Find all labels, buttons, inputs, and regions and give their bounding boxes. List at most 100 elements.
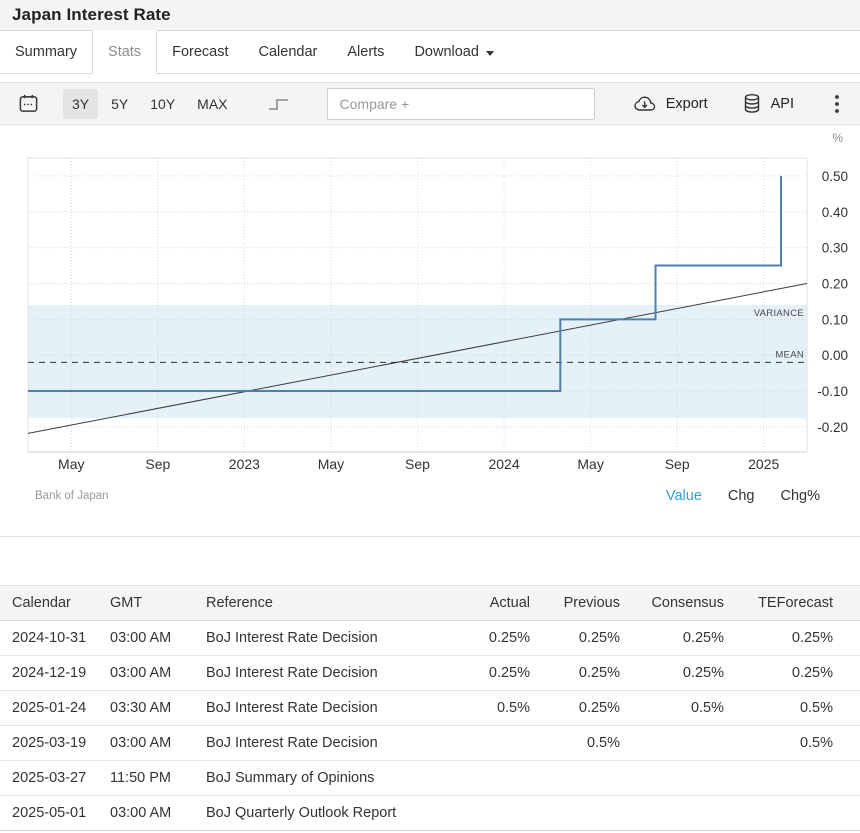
page-title: Japan Interest Rate — [12, 5, 171, 25]
consensus-cell — [620, 761, 724, 796]
chart-mode-chgpct[interactable]: Chg% — [781, 488, 821, 504]
chart-mode-value[interactable]: Value — [666, 488, 702, 504]
spacer — [0, 537, 860, 585]
chart-mode-chg[interactable]: Chg — [728, 488, 755, 504]
col-header-consensus: Consensus — [620, 586, 724, 621]
x-tick-label: Sep — [405, 456, 430, 472]
col-header-calendar: Calendar — [0, 586, 110, 621]
col-header-previous: Previous — [530, 586, 620, 621]
chart-footer: Bank of Japan ValueChgChg% — [0, 482, 860, 510]
x-tick-label: Sep — [665, 456, 690, 472]
col-header-reference: Reference — [206, 586, 458, 621]
x-tick-label: Sep — [145, 456, 170, 472]
api-label: API — [771, 96, 794, 112]
actual-cell — [458, 761, 530, 796]
range-selector: 3Y5Y10YMAX — [63, 89, 237, 119]
reference-cell[interactable]: BoJ Summary of Opinions — [206, 761, 458, 796]
col-header-actual: Actual — [458, 586, 530, 621]
calendar-table-section: CalendarGMTReferenceActualPreviousConsen… — [0, 585, 860, 831]
consensus-cell — [620, 726, 724, 761]
col-header-gmt: GMT — [110, 586, 206, 621]
tab-stats[interactable]: Stats — [92, 30, 157, 74]
previous-cell: 0.25% — [530, 656, 620, 691]
compare-input[interactable] — [327, 88, 595, 120]
range-max-button[interactable]: MAX — [188, 89, 236, 119]
date-cell: 2025-03-19 — [0, 726, 110, 761]
teforecast-cell: 0.5% — [724, 726, 860, 761]
y-axis-unit: % — [832, 131, 843, 145]
step-line-style-button[interactable] — [263, 91, 295, 117]
teforecast-cell — [724, 761, 860, 796]
tab-forecast[interactable]: Forecast — [157, 30, 243, 74]
table-row: 2025-01-2403:30 AMBoJ Interest Rate Deci… — [0, 691, 860, 726]
consensus-cell: 0.25% — [620, 621, 724, 656]
tab-download[interactable]: Download — [399, 30, 509, 74]
x-tick-label: 2025 — [748, 456, 779, 472]
calendar-table: CalendarGMTReferenceActualPreviousConsen… — [0, 585, 860, 831]
actual-cell: 0.25% — [458, 656, 530, 691]
api-button[interactable]: API — [742, 93, 794, 114]
reference-cell[interactable]: BoJ Interest Rate Decision — [206, 691, 458, 726]
reference-cell[interactable]: BoJ Interest Rate Decision — [206, 726, 458, 761]
reference-cell[interactable]: BoJ Quarterly Outlook Report — [206, 796, 458, 831]
teforecast-cell — [724, 796, 860, 831]
tab-alerts[interactable]: Alerts — [332, 30, 399, 74]
consensus-cell: 0.25% — [620, 656, 724, 691]
x-tick-label: May — [58, 456, 84, 472]
date-cell: 2025-05-01 — [0, 796, 110, 831]
consensus-cell — [620, 796, 724, 831]
range-10y-button[interactable]: 10Y — [141, 89, 184, 119]
y-tick-label: 0.30 — [822, 241, 848, 256]
reference-cell[interactable]: BoJ Interest Rate Decision — [206, 656, 458, 691]
export-label: Export — [666, 96, 708, 112]
gmt-cell: 03:00 AM — [110, 796, 206, 831]
x-tick-label: 2023 — [229, 456, 260, 472]
date-range-calendar-button[interactable] — [14, 89, 43, 118]
more-options-button[interactable] — [828, 91, 846, 117]
date-cell: 2024-10-31 — [0, 621, 110, 656]
previous-cell — [530, 761, 620, 796]
interest-rate-chart[interactable]: 0.500.400.300.200.100.00-0.10-0.20%MaySe… — [0, 125, 860, 473]
range-5y-button[interactable]: 5Y — [102, 89, 137, 119]
reference-cell[interactable]: BoJ Interest Rate Decision — [206, 621, 458, 656]
chart-toolbar: 3Y5Y10YMAX Export API — [0, 82, 860, 125]
tab-label: Calendar — [259, 44, 318, 60]
tab-bar: Summary Stats Forecast Calendar Alerts Downlo… — [0, 30, 860, 74]
tab-calendar[interactable]: Calendar — [244, 30, 333, 74]
tab-label: Stats — [108, 44, 141, 60]
range-3y-button[interactable]: 3Y — [63, 89, 98, 119]
teforecast-cell: 0.25% — [724, 621, 860, 656]
table-body: 2024-10-3103:00 AMBoJ Interest Rate Deci… — [0, 621, 860, 831]
actual-cell: 0.25% — [458, 621, 530, 656]
x-tick-label: May — [318, 456, 344, 472]
tab-summary[interactable]: Summary — [0, 30, 92, 74]
table-row: 2024-10-3103:00 AMBoJ Interest Rate Deci… — [0, 621, 860, 656]
variance-label: VARIANCE — [754, 308, 804, 319]
calendar-icon — [18, 93, 39, 114]
export-cloud-icon — [633, 94, 657, 113]
y-tick-label: -0.20 — [817, 420, 848, 435]
y-tick-label: 0.20 — [822, 276, 848, 291]
previous-cell: 0.25% — [530, 691, 620, 726]
date-cell: 2025-03-27 — [0, 761, 110, 796]
table-row: 2025-05-0103:00 AMBoJ Quarterly Outlook … — [0, 796, 860, 831]
kebab-menu-icon — [834, 93, 840, 115]
title-bar: Japan Interest Rate — [0, 0, 860, 30]
gmt-cell: 03:00 AM — [110, 621, 206, 656]
y-tick-label: 0.50 — [822, 169, 848, 184]
export-button[interactable]: Export — [633, 94, 708, 113]
mean-label: MEAN — [775, 349, 804, 360]
toolbar-right-group: Export API — [633, 91, 846, 117]
chart-mode-links: Value Chg Chg% — [666, 488, 860, 504]
tab-label: Alerts — [347, 44, 384, 60]
gmt-cell: 03:30 AM — [110, 691, 206, 726]
actual-cell — [458, 726, 530, 761]
date-cell: 2024-12-19 — [0, 656, 110, 691]
teforecast-cell: 0.5% — [724, 691, 860, 726]
tab-bar-filler — [509, 30, 860, 74]
teforecast-cell: 0.25% — [724, 656, 860, 691]
consensus-cell: 0.5% — [620, 691, 724, 726]
api-database-icon — [742, 93, 762, 114]
table-row: 2025-03-2711:50 PMBoJ Summary of Opinion… — [0, 761, 860, 796]
y-tick-label: 0.00 — [822, 348, 848, 363]
